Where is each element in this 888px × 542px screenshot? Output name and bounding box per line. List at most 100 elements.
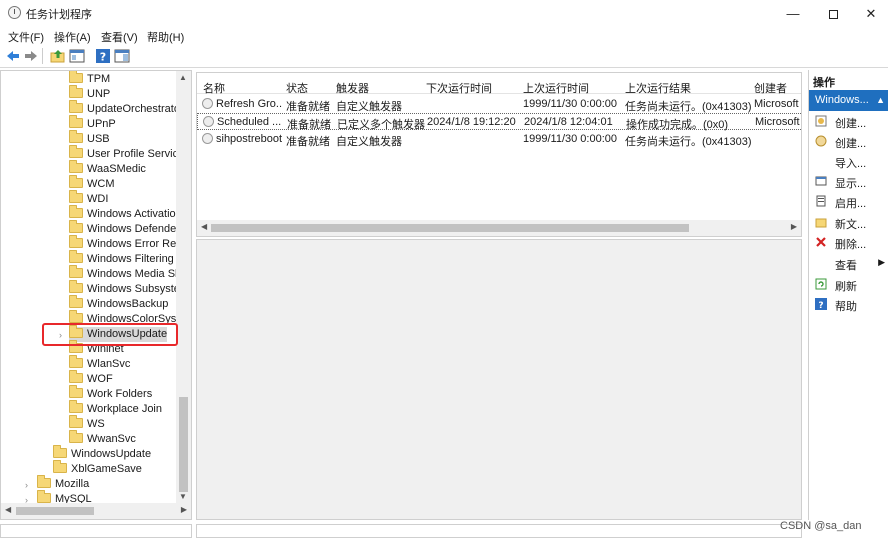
title-bar: 任务计划程序 — ✕ xyxy=(0,0,888,27)
scroll-up-icon[interactable]: ▲ xyxy=(179,73,187,82)
action-delete-folder[interactable]: 删除... xyxy=(809,233,888,251)
task-list[interactable]: 名称 状态 触发器 下次运行时间 上次运行时间 上次运行结果 创建者 Refre… xyxy=(196,72,802,237)
task-list-horizontal-scrollbar[interactable]: ◀ ▶ xyxy=(197,220,801,236)
toolbar-separator xyxy=(42,48,43,64)
action-new-folder[interactable]: 新文... xyxy=(809,213,888,231)
table-row[interactable]: Refresh Gro... 准备就绪 自定义触发器 1999/11/30 0:… xyxy=(197,96,801,113)
expand-chevron-icon[interactable]: › xyxy=(25,480,28,490)
actions-group-header[interactable]: Windows... ▲ xyxy=(809,90,888,111)
submenu-arrow-icon: ▶ xyxy=(878,257,885,267)
folder-icon xyxy=(69,85,83,98)
tree-item[interactable]: WwanSvc xyxy=(69,430,136,447)
menu-file[interactable]: 文件(F) xyxy=(8,29,44,45)
tree-item[interactable]: User Profile Service xyxy=(69,145,184,162)
folder-icon xyxy=(69,115,83,128)
folder-icon xyxy=(69,385,83,398)
folder-icon xyxy=(69,130,83,143)
action-refresh[interactable]: 刷新 xyxy=(809,275,888,293)
action-display-running[interactable]: 显示... xyxy=(809,172,888,190)
tree-item[interactable]: UpdateOrchestrato xyxy=(69,100,180,117)
column-header-last-run[interactable]: 上次运行时间 xyxy=(523,80,589,96)
folder-icon xyxy=(69,430,83,443)
collapse-chevron-icon[interactable]: ▲ xyxy=(876,95,885,105)
tree-item[interactable]: WlanSvc xyxy=(69,355,130,372)
table-row[interactable]: sihpostreboot 准备就绪 自定义触发器 1999/11/30 0:0… xyxy=(197,131,801,148)
tree-item[interactable]: Windows Filtering F xyxy=(69,250,184,267)
scroll-right-icon[interactable]: ▶ xyxy=(181,505,187,514)
scroll-thumb[interactable] xyxy=(179,397,188,492)
help-icon: ? xyxy=(815,298,827,310)
delete-x-icon xyxy=(816,237,826,247)
folder-icon xyxy=(69,280,83,293)
scroll-thumb[interactable] xyxy=(16,507,94,515)
tree-item[interactable]: XblGameSave xyxy=(53,460,142,477)
folder-icon xyxy=(69,160,83,173)
tree-item[interactable]: WaaSMedic xyxy=(69,160,146,177)
action-help[interactable]: ? 帮助 xyxy=(809,295,888,313)
folder-icon xyxy=(69,400,83,413)
status-cell xyxy=(0,524,192,538)
tree-item[interactable]: Workplace Join xyxy=(69,400,162,417)
tree-item[interactable]: Windows Media Sha xyxy=(69,265,187,282)
tree-item[interactable]: Windows Subsyster xyxy=(69,280,184,297)
tree-item[interactable]: Windows Activation xyxy=(69,205,182,222)
tree-horizontal-scrollbar[interactable]: ◀ ▶ xyxy=(1,503,191,519)
folder-icon xyxy=(69,370,83,383)
window-title: 任务计划程序 xyxy=(26,9,92,21)
tree-vertical-scrollbar[interactable]: ▲ ▼ xyxy=(176,71,191,503)
task-library-tree[interactable]: TPM UNP UpdateOrchestrato UPnP USB User … xyxy=(0,70,192,520)
column-header-status[interactable]: 状态 xyxy=(286,80,308,96)
action-enable-history[interactable]: 启用... xyxy=(809,192,888,210)
folder-icon xyxy=(37,490,51,503)
folder-icon xyxy=(69,250,83,263)
menu-help[interactable]: 帮助(H) xyxy=(147,29,184,45)
folder-icon xyxy=(69,415,83,428)
tree-item[interactable]: Windows Defender xyxy=(69,220,180,237)
tree-item[interactable]: Work Folders xyxy=(69,385,152,402)
task-scheduler-clock-icon xyxy=(8,6,21,19)
refresh-icon xyxy=(815,278,827,290)
action-import-task[interactable]: 导入... xyxy=(809,152,888,170)
create-basic-task-icon xyxy=(815,115,827,127)
task-clock-icon xyxy=(202,133,213,144)
status-bar xyxy=(0,520,888,542)
folder-icon xyxy=(53,445,67,458)
task-clock-icon xyxy=(202,98,213,109)
up-folder-icon[interactable] xyxy=(50,48,66,64)
column-header-name[interactable]: 名称 xyxy=(203,80,225,96)
scroll-right-icon[interactable]: ▶ xyxy=(791,222,797,231)
action-view[interactable]: 查看 ▶ xyxy=(809,254,888,272)
back-arrow-icon[interactable] xyxy=(5,48,21,64)
column-header-author[interactable]: 创建者 xyxy=(754,80,787,96)
menu-bar: 文件(F) 操作(A) 查看(V) 帮助(H) xyxy=(0,27,888,45)
show-action-pane-icon[interactable] xyxy=(114,48,130,64)
actions-title: 操作 xyxy=(813,77,835,89)
action-create-task[interactable]: 创建... xyxy=(809,132,888,150)
folder-icon xyxy=(69,205,83,218)
folder-icon xyxy=(69,145,83,158)
column-header-last-result[interactable]: 上次运行结果 xyxy=(625,80,691,96)
scroll-left-icon[interactable]: ◀ xyxy=(5,505,11,514)
scroll-down-icon[interactable]: ▼ xyxy=(179,492,187,501)
scroll-thumb[interactable] xyxy=(211,224,689,232)
column-header-next-run[interactable]: 下次运行时间 xyxy=(426,80,492,96)
tree-item[interactable]: Windows Error Repo xyxy=(69,235,188,252)
tree-item[interactable]: WindowsUpdate xyxy=(53,445,151,462)
svg-text:?: ? xyxy=(100,51,106,64)
svg-text:?: ? xyxy=(818,301,823,310)
folder-icon xyxy=(69,175,83,188)
folder-icon xyxy=(69,190,83,203)
help-icon[interactable]: ? xyxy=(95,48,111,64)
menu-action[interactable]: 操作(A) xyxy=(54,29,91,45)
menu-view[interactable]: 查看(V) xyxy=(101,29,138,45)
table-row[interactable]: Scheduled ... 准备就绪 已定义多个触发器 2024/1/8 19:… xyxy=(197,113,801,131)
scroll-left-icon[interactable]: ◀ xyxy=(201,222,207,231)
properties-icon[interactable] xyxy=(69,48,85,64)
close-button[interactable]: ✕ xyxy=(848,0,888,27)
action-create-basic-task[interactable]: 创建... xyxy=(809,112,888,130)
tree-item[interactable]: WindowsBackup xyxy=(69,295,168,312)
folder-icon xyxy=(53,460,67,473)
folder-icon xyxy=(69,100,83,113)
forward-arrow-icon[interactable] xyxy=(23,48,39,64)
column-header-trigger[interactable]: 触发器 xyxy=(336,80,369,96)
